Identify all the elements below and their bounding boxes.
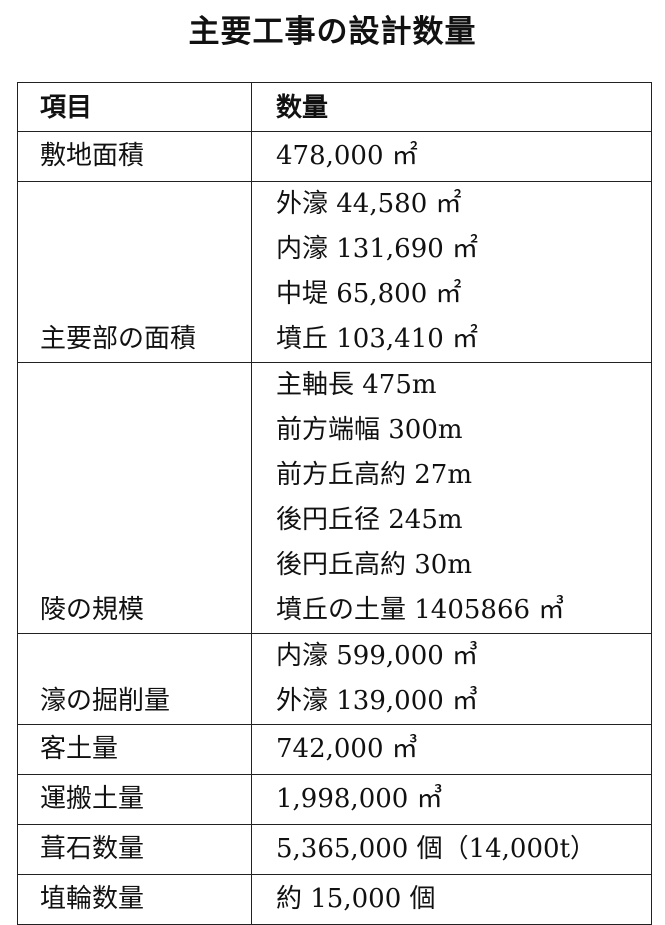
table-row: 敷地面積 478,000 ㎡: [17, 131, 652, 182]
item-cell: 濠の掘削量: [17, 633, 252, 725]
item-label: 濠の掘削量: [40, 686, 171, 716]
item-cell: 陵の規模: [17, 362, 252, 634]
table-row: 葺石数量 5,365,000 個（14,000t）: [17, 824, 652, 875]
value-cell: 742,000 ㎥: [251, 724, 652, 775]
design-quantity-table: 項目 数量 敷地面積 478,000 ㎡ 主要部の面積 外濠 44,580 ㎡ …: [17, 82, 652, 925]
item-label: 主要部の面積: [40, 324, 197, 354]
value-text: 墳丘 103,410 ㎡: [276, 324, 479, 354]
item-cell: 葺石数量: [17, 824, 252, 875]
header-item: 項目: [17, 82, 252, 132]
value-cell: 外濠 44,580 ㎡ 内濠 131,690 ㎡ 中堤 65,800 ㎡ 墳丘 …: [251, 181, 652, 363]
table-row: 濠の掘削量 内濠 599,000 ㎥ 外濠 139,000 ㎥: [17, 633, 652, 725]
value-text: 1,998,000 ㎥: [276, 784, 443, 814]
item-cell: 敷地面積: [17, 131, 252, 182]
item-label: 葺石数量: [40, 834, 145, 864]
value-text: 内濠 599,000 ㎥: [276, 641, 479, 671]
item-label: 客土量: [40, 734, 119, 764]
value-cell: 1,998,000 ㎥: [251, 774, 652, 825]
value-cell: 478,000 ㎡: [251, 131, 652, 182]
page-title: 主要工事の設計数量: [188, 14, 477, 50]
table-header-row: 項目 数量: [17, 82, 652, 132]
item-cell: 埴輪数量: [17, 874, 252, 925]
value-text: 後円丘径 245m: [276, 505, 463, 535]
value-text: 478,000 ㎡: [276, 141, 418, 171]
table-row: 運搬土量 1,998,000 ㎥: [17, 774, 652, 825]
value-text: 前方丘高約 27m: [276, 460, 473, 490]
item-label: 陵の規模: [40, 595, 145, 625]
table-row: 主要部の面積 外濠 44,580 ㎡ 内濠 131,690 ㎡ 中堤 65,80…: [17, 181, 652, 363]
value-text: 外濠 44,580 ㎡: [276, 189, 462, 219]
value-cell: 5,365,000 個（14,000t）: [251, 824, 652, 875]
item-cell: 運搬土量: [17, 774, 252, 825]
value-text: 5,365,000 個（14,000t）: [276, 834, 597, 864]
value-text: 前方端幅 300m: [276, 415, 463, 445]
value-text: 742,000 ㎥: [276, 734, 418, 764]
item-cell: 主要部の面積: [17, 181, 252, 363]
value-cell: 主軸長 475m 前方端幅 300m 前方丘高約 27m 後円丘径 245m 後…: [251, 362, 652, 634]
item-label: 敷地面積: [40, 141, 145, 171]
value-text: 約 15,000 個: [276, 884, 436, 914]
value-text: 後円丘高約 30m: [276, 550, 473, 580]
value-text: 中堤 65,800 ㎡: [276, 279, 462, 309]
value-cell: 約 15,000 個: [251, 874, 652, 925]
table-row: 客土量 742,000 ㎥: [17, 724, 652, 775]
table-row: 陵の規模 主軸長 475m 前方端幅 300m 前方丘高約 27m 後円丘径 2…: [17, 362, 652, 634]
item-cell: 客土量: [17, 724, 252, 775]
value-text: 主軸長 475m: [276, 370, 437, 400]
value-text: 内濠 131,690 ㎡: [276, 234, 479, 264]
item-label: 運搬土量: [40, 784, 145, 814]
item-label: 埴輪数量: [40, 884, 145, 914]
value-text: 外濠 139,000 ㎥: [276, 686, 479, 716]
value-text: 墳丘の土量 1405866 ㎥: [276, 595, 565, 625]
header-quantity: 数量: [251, 82, 652, 132]
value-cell: 内濠 599,000 ㎥ 外濠 139,000 ㎥: [251, 633, 652, 725]
table-row: 埴輪数量 約 15,000 個: [17, 874, 652, 925]
